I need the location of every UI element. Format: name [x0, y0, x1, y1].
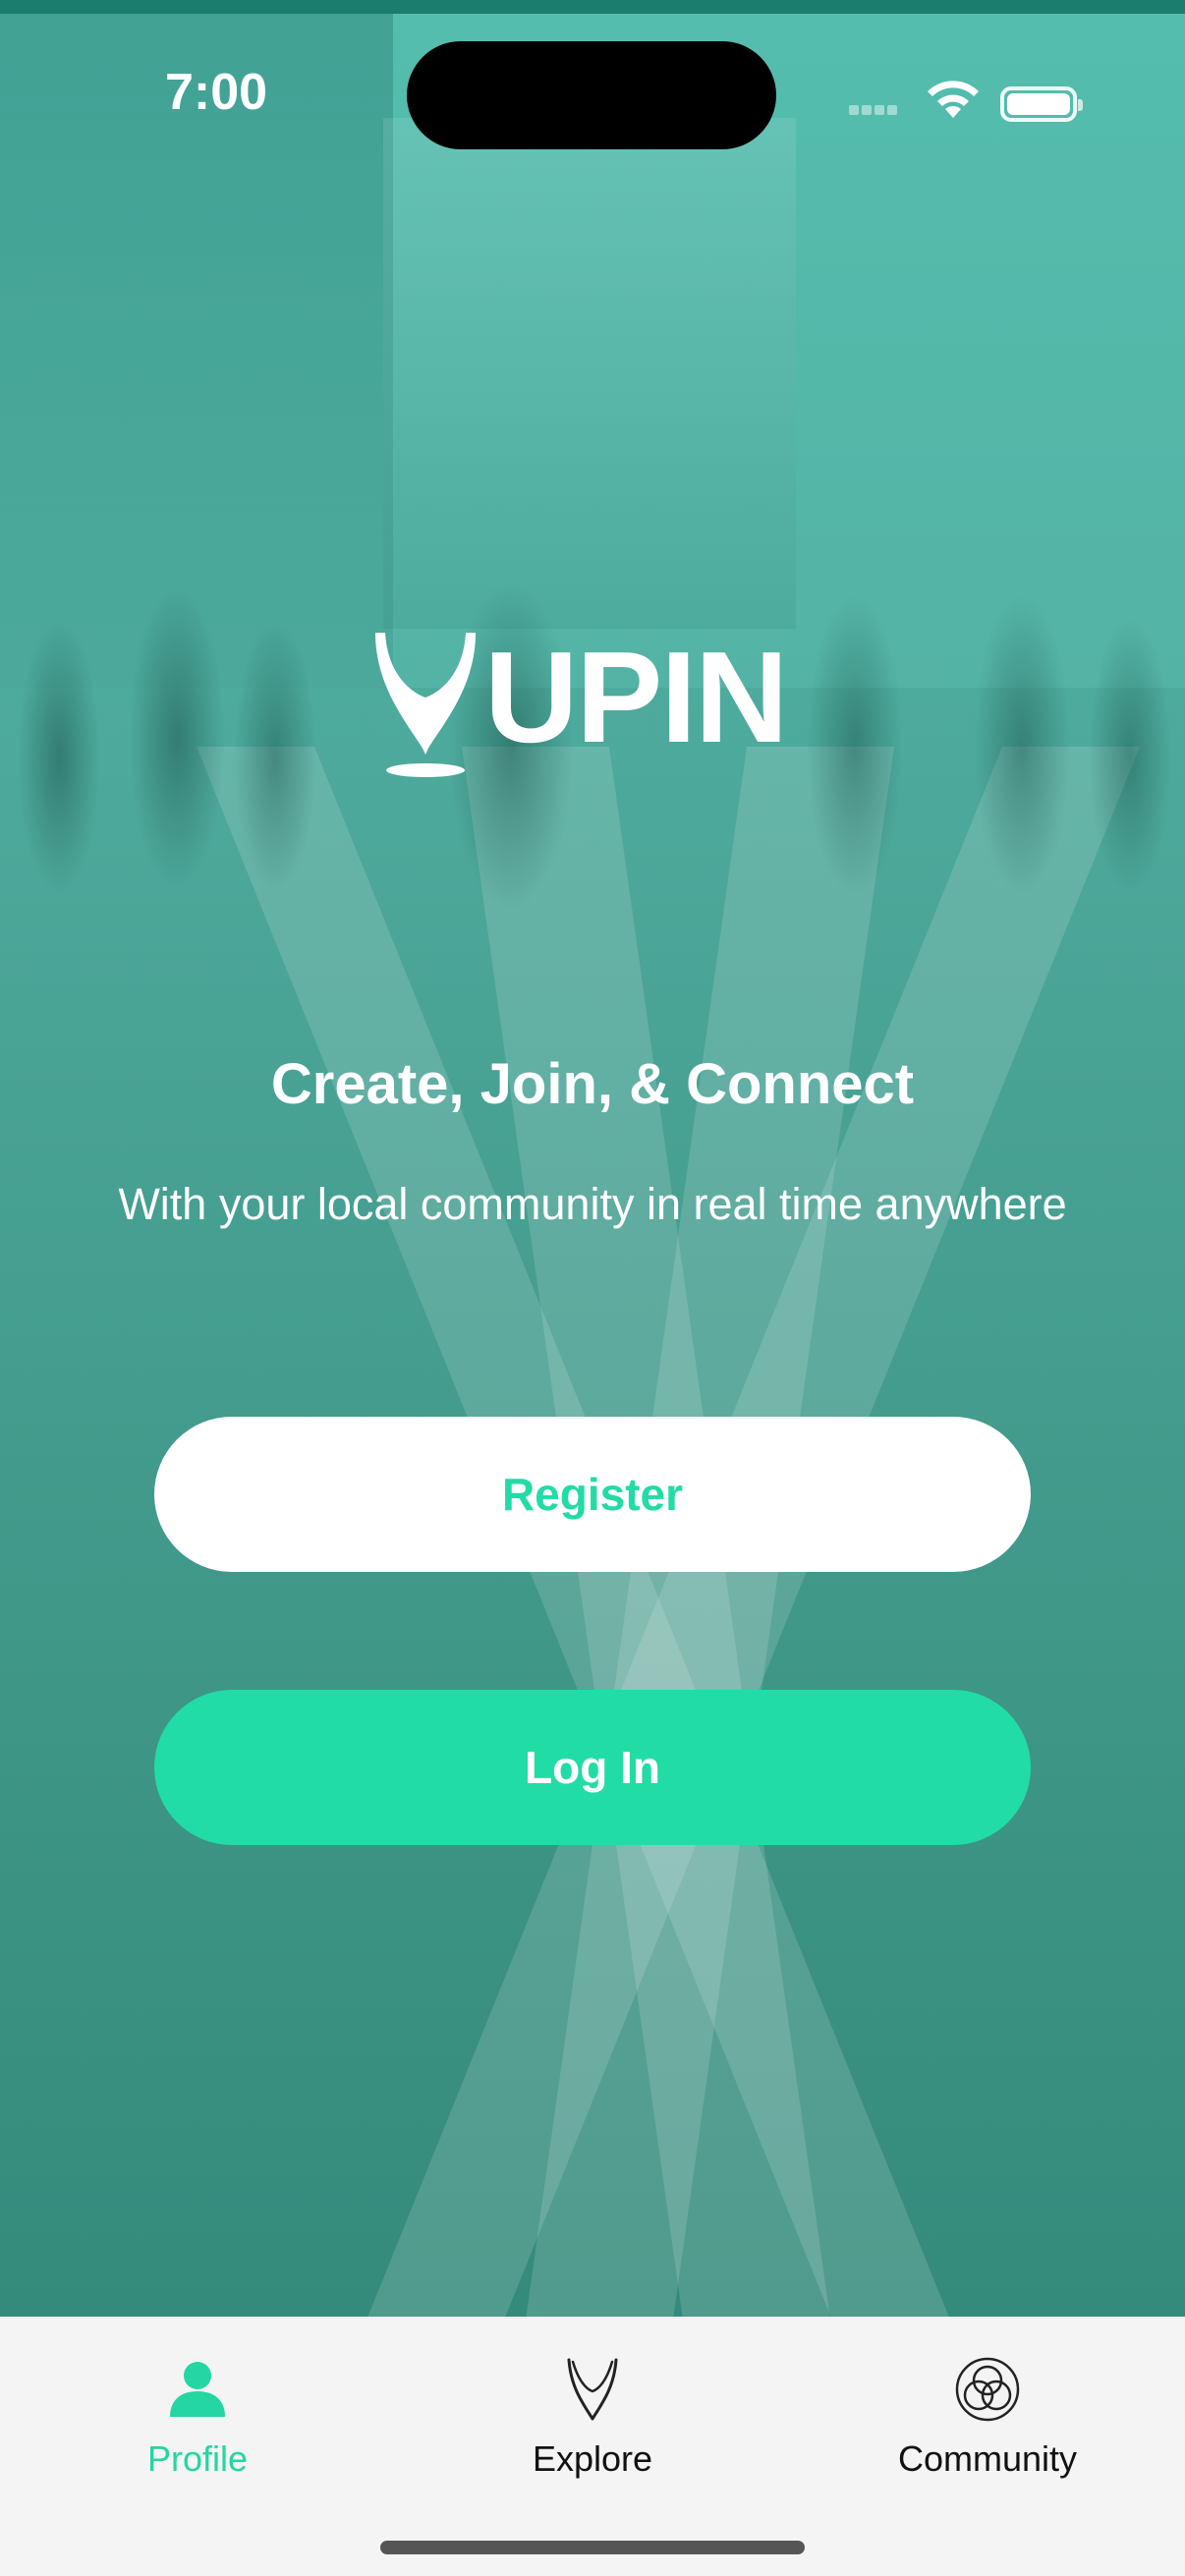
tab-community[interactable]: Community	[790, 2317, 1185, 2513]
wifi-icon	[928, 81, 979, 118]
pin-outline-icon	[567, 2358, 618, 2421]
subheadline: With your local community in real time a…	[118, 1179, 1067, 1229]
tab-label-explore: Explore	[532, 2438, 653, 2479]
tab-label-profile: Profile	[146, 2438, 249, 2479]
pin-logo-icon	[375, 633, 476, 777]
login-button[interactable]: Log In	[154, 1690, 1031, 1845]
interlocking-circles-icon	[955, 2357, 1020, 2422]
headline: Create, Join, & Connect	[270, 1052, 915, 1116]
status-time: 7:00	[165, 64, 268, 121]
welcome-screen: 7:00 UPIN Create, Join, & Connect With y…	[0, 0, 1185, 2576]
top-strip	[0, 0, 1185, 14]
dynamic-island	[407, 41, 776, 149]
register-button[interactable]: Register	[154, 1417, 1031, 1572]
home-indicator[interactable]	[380, 2541, 805, 2554]
tab-bar: Profile Explore Community	[0, 2317, 1185, 2576]
cellular-signal-icon	[849, 102, 908, 115]
tab-label-community: Community	[897, 2438, 1078, 2479]
battery-icon	[1000, 86, 1083, 122]
tab-explore[interactable]: Explore	[395, 2317, 790, 2513]
tab-profile[interactable]: Profile	[0, 2317, 395, 2513]
upin-logo: UPIN	[371, 625, 788, 786]
brand-name: UPIN	[484, 625, 788, 769]
status-bar: 7:00	[0, 14, 1185, 171]
hero-background: 7:00 UPIN Create, Join, & Connect With y…	[0, 0, 1185, 2317]
street-photo	[0, 0, 1185, 2317]
person-icon	[170, 2362, 225, 2417]
